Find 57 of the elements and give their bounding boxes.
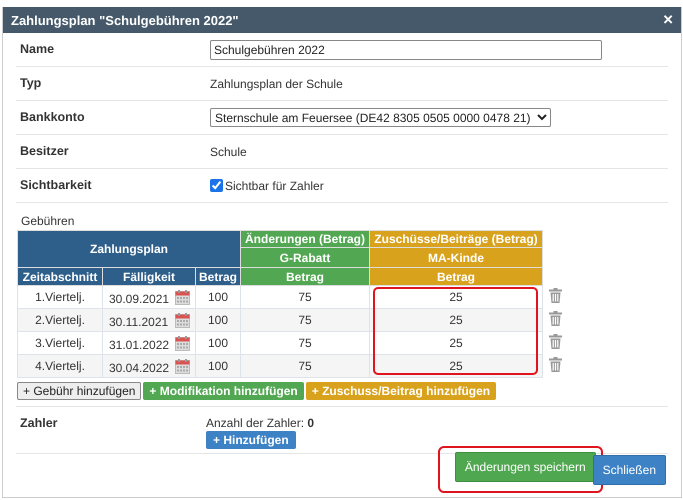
- add-payer-button[interactable]: + Hinzufügen: [206, 431, 296, 449]
- table-cell: 75: [240, 286, 370, 308]
- add-button[interactable]: + Modifikation hinzufügen: [143, 382, 304, 400]
- table-cell-text: 30.04.2022: [109, 360, 170, 374]
- field-label: Typ: [20, 75, 42, 90]
- close-button[interactable]: Schließen: [592, 455, 666, 485]
- section-label: Gebühren: [21, 214, 76, 228]
- column-header: G-Rabatt: [240, 248, 370, 268]
- table-cell: 75: [240, 332, 370, 354]
- field-label: Sichtbarkeit: [20, 177, 93, 192]
- column-header: Zuschüsse/Beiträge (Betrag): [370, 230, 542, 248]
- checkbox-label: Sichtbar für Zahler: [225, 178, 324, 192]
- table-cell: 2.Viertelj.: [18, 308, 102, 332]
- add-button[interactable]: + Zuschuss/Beitrag hinzufügen: [306, 382, 496, 400]
- field-label: Name: [20, 41, 56, 56]
- table-cell-text: 31.01.2022: [109, 336, 170, 352]
- table-cell: 100: [196, 286, 240, 308]
- calendar-icon[interactable]: [175, 290, 190, 304]
- table-cell: 75: [240, 308, 370, 332]
- column-header: Zahlungsplan: [18, 230, 240, 268]
- bank-account-dropdown[interactable]: Sternschule am Feuersee (DE42 8305 0505 0000 0478 21): [210, 108, 551, 127]
- table-cell-text: 30.11.2021: [109, 314, 170, 328]
- column-header: MA-Kinde: [370, 248, 542, 268]
- table-cell: 100: [196, 308, 240, 332]
- field-value: Schule: [210, 144, 247, 158]
- field-label: Bankkonto: [20, 109, 86, 124]
- calendar-icon[interactable]: [175, 312, 190, 328]
- table-cell-text: 30.09.2021: [109, 290, 170, 306]
- save-button[interactable]: Änderungen speichern: [454, 452, 596, 482]
- name-field[interactable]: Schulgebühren 2022: [210, 40, 602, 60]
- table-cell: 100: [196, 354, 240, 378]
- column-header: Betrag: [196, 268, 240, 286]
- trash-icon[interactable]: [549, 334, 562, 349]
- payer-count: Anzahl der Zahler: 0: [206, 416, 314, 430]
- visibility-checkbox[interactable]: [210, 179, 223, 192]
- trash-icon[interactable]: [549, 357, 562, 372]
- table-cell: 3.Viertelj.: [18, 332, 102, 354]
- table-cell: 100: [196, 332, 240, 354]
- field-label: Zahler: [20, 416, 59, 432]
- table-cell: 4.Viertelj.: [18, 354, 102, 378]
- calendar-icon[interactable]: [175, 358, 190, 374]
- column-header: Änderungen (Betrag): [240, 230, 370, 248]
- table-cell: 25: [370, 332, 542, 354]
- dialog-title: Zahlungsplan "Schulgebühren 2022": [11, 12, 239, 28]
- table-cell: 25: [370, 308, 542, 332]
- trash-icon[interactable]: [549, 311, 562, 326]
- add-button[interactable]: + Gebühr hinzufügen: [17, 382, 142, 400]
- table-cell: 75: [240, 354, 370, 378]
- field-label: Besitzer: [20, 143, 70, 158]
- column-header: Betrag: [240, 268, 370, 286]
- column-header: Fälligkeit: [102, 268, 196, 286]
- field-value: Zahlungsplan der Schule: [210, 76, 343, 90]
- column-header: Betrag: [370, 268, 542, 286]
- calendar-icon[interactable]: [175, 336, 190, 350]
- table-cell: 1.Viertelj.: [18, 286, 102, 308]
- trash-icon[interactable]: [549, 288, 562, 303]
- column-header: Zeitabschnitt: [18, 268, 102, 286]
